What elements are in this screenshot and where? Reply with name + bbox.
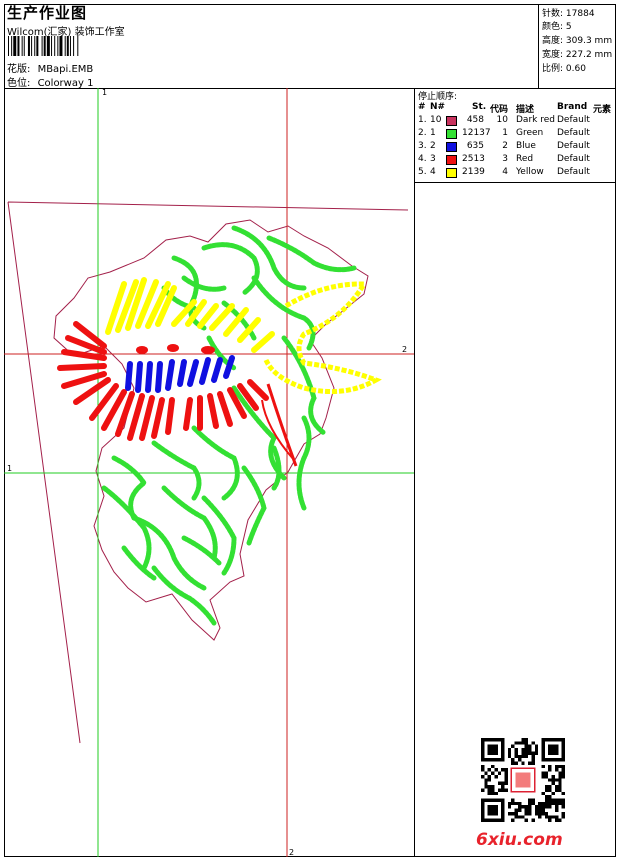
row-index: 3. xyxy=(418,141,427,151)
col-desc: 描述 xyxy=(516,105,535,115)
row-n: 10 xyxy=(430,115,442,125)
color-swatch xyxy=(446,168,457,178)
table-divider xyxy=(414,182,616,183)
row-desc: Red xyxy=(516,154,534,164)
col-index: # xyxy=(418,102,426,112)
row-n: 2 xyxy=(430,141,436,151)
thread-row: 2. 1 12137 1 Green Default xyxy=(416,128,616,141)
color-swatch xyxy=(446,129,457,139)
row-brand: Default xyxy=(557,154,590,164)
row-code: 3 xyxy=(502,154,508,164)
col-code: 代码 xyxy=(490,105,509,115)
stats-panel: 针数: 17884 颜色: 5 高度: 309.3 mm 宽度: 227.2 m… xyxy=(538,4,617,88)
stat-colors: 颜色: 5 xyxy=(542,22,572,32)
pattern-line: 花版: MBapi.EMB xyxy=(7,60,93,75)
thread-row: 4. 3 2513 3 Red Default xyxy=(416,154,616,167)
red-petals xyxy=(57,321,269,441)
color-swatch xyxy=(446,116,457,126)
row-st: 635 xyxy=(466,141,484,151)
guide-h-green-label: 1 xyxy=(7,464,12,473)
row-n: 4 xyxy=(430,167,436,177)
page-title: 生产作业图 xyxy=(7,4,88,22)
stat-width: 宽度: 227.2 mm xyxy=(542,50,613,60)
guide-v-red-label: 2 xyxy=(289,848,294,857)
row-st: 2513 xyxy=(462,154,485,164)
row-brand: Default xyxy=(557,115,590,125)
row-st: 12137 xyxy=(462,128,491,138)
row-code: 2 xyxy=(502,141,508,151)
col-st: St. xyxy=(472,102,487,112)
guide-v-green-label: 1 xyxy=(102,88,107,97)
row-desc: Blue xyxy=(516,141,536,151)
thread-row: 1. 10 458 10 Dark red Default xyxy=(416,115,616,128)
row-code: 10 xyxy=(496,115,508,125)
col-n: N# xyxy=(430,102,446,112)
row-n: 1 xyxy=(430,128,436,138)
guide-h-red-label: 2 xyxy=(402,345,407,354)
colorway-line: 色位: Colorway 1 xyxy=(7,74,93,89)
col-brand: Brand xyxy=(557,102,588,112)
row-desc: Green xyxy=(516,128,544,138)
qr-code-icon xyxy=(481,738,565,822)
color-swatch xyxy=(446,142,457,152)
row-index: 4. xyxy=(418,154,427,164)
site-logo: 6xiu.com xyxy=(476,830,563,850)
table-title: 停止顺序: xyxy=(418,92,458,102)
stat-stitches: 针数: 17884 xyxy=(542,9,595,19)
blue-petals xyxy=(125,355,235,393)
row-st: 2139 xyxy=(462,167,485,177)
row-index: 1. xyxy=(418,115,427,125)
table-header: # N# St. 代码 描述 Brand 元素 xyxy=(416,102,616,115)
row-brand: Default xyxy=(557,167,590,177)
row-st: 458 xyxy=(466,115,484,125)
row-code: 1 xyxy=(502,128,508,138)
color-swatch xyxy=(446,155,457,165)
panel-divider xyxy=(414,88,415,857)
row-brand: Default xyxy=(557,141,590,151)
row-desc: Dark red xyxy=(516,115,555,125)
row-brand: Default xyxy=(557,128,590,138)
row-code: 4 xyxy=(502,167,508,177)
row-index: 5. xyxy=(418,167,427,177)
row-n: 3 xyxy=(430,154,436,164)
col-element: 元素 xyxy=(593,105,612,115)
thread-row: 3. 2 635 2 Blue Default xyxy=(416,141,616,154)
barcode-icon xyxy=(8,36,79,56)
red-dots xyxy=(136,344,215,354)
row-desc: Yellow xyxy=(516,167,544,177)
stat-height: 高度: 309.3 mm xyxy=(542,36,613,46)
thread-row: 5. 4 2139 4 Yellow Default xyxy=(416,167,616,180)
embroidery-preview: 1 1 2 2 xyxy=(4,88,414,857)
row-index: 2. xyxy=(418,128,427,138)
stat-scale: 比例: 0.60 xyxy=(542,64,586,74)
